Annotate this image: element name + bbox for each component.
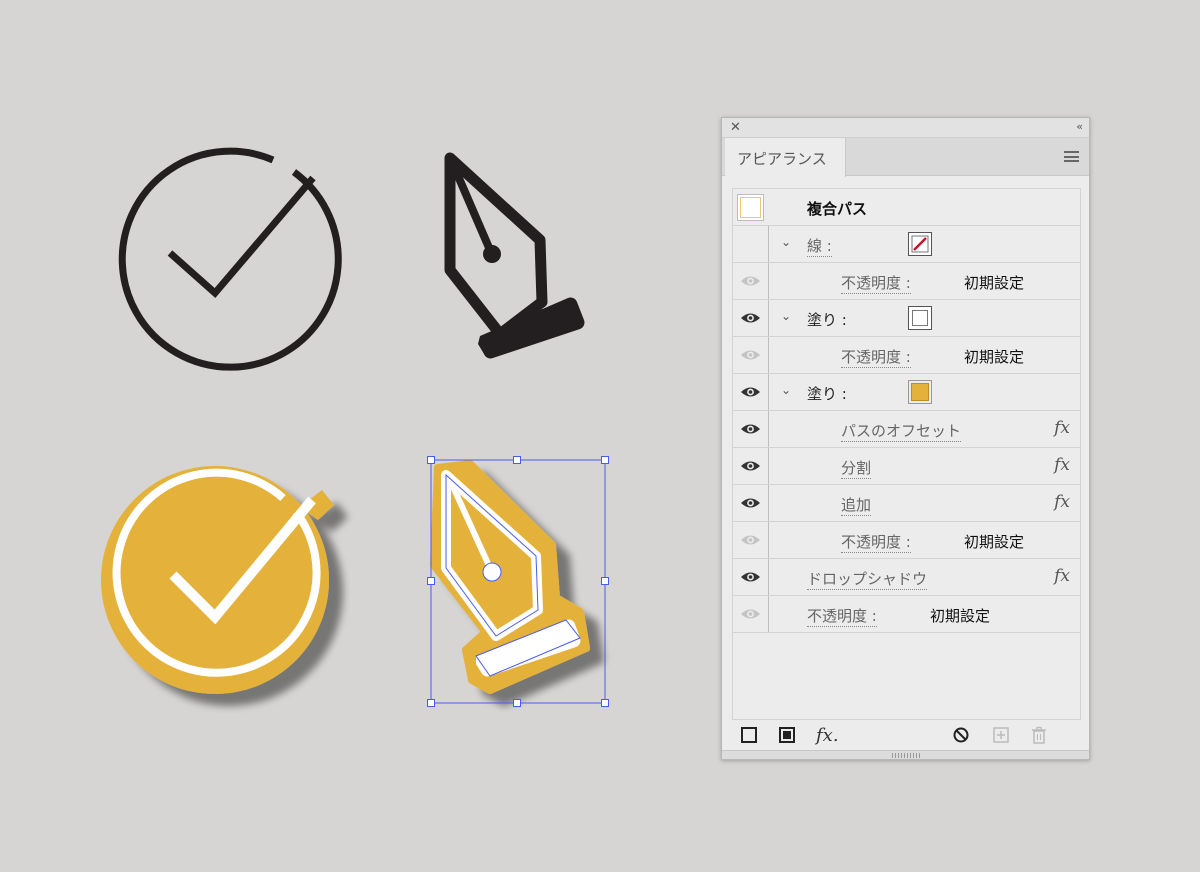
object-thumbnail: [737, 194, 764, 221]
visibility-toggle[interactable]: [733, 337, 769, 373]
visibility-toggle[interactable]: [733, 226, 769, 262]
eye-icon[interactable]: [740, 348, 761, 362]
panel-titlebar: ✕ ‹‹: [722, 118, 1089, 138]
fill1-opacity-row[interactable]: 不透明度 : 初期設定: [733, 337, 1080, 374]
object-opacity-row[interactable]: 不透明度 : 初期設定: [733, 596, 1080, 633]
row-label[interactable]: 不透明度 :: [841, 531, 911, 553]
collapse-icon[interactable]: ‹‹: [1076, 120, 1083, 133]
fill-row-2[interactable]: ⌄ 塗り :: [733, 374, 1080, 411]
visibility-toggle[interactable]: [733, 448, 769, 484]
row-value: 初期設定: [964, 274, 1025, 292]
stroke-row[interactable]: ⌄ 線 :: [733, 226, 1080, 263]
row-value: 初期設定: [964, 348, 1025, 366]
eye-icon[interactable]: [740, 533, 761, 547]
artwork-canvas: [101, 147, 609, 707]
fill-row-1[interactable]: ⌄ 塗り :: [733, 300, 1080, 337]
visibility-toggle[interactable]: [733, 559, 769, 595]
row-value: 初期設定: [930, 607, 991, 625]
visibility-toggle[interactable]: [733, 485, 769, 521]
row-label[interactable]: ドロップシャドウ: [807, 568, 928, 590]
check-circle-outline-icon[interactable]: [118, 147, 342, 371]
fx-icon[interactable]: fx: [1054, 455, 1070, 475]
eye-icon[interactable]: [740, 496, 761, 510]
panel-tabbar: アピアランス: [722, 138, 1089, 177]
row-label[interactable]: 分割: [841, 457, 872, 479]
row-label[interactable]: 不透明度 :: [841, 346, 911, 368]
visibility-toggle[interactable]: [733, 374, 769, 410]
row-label[interactable]: パスのオフセット: [841, 420, 962, 442]
fx-icon[interactable]: fx: [1054, 566, 1070, 586]
row-value: 初期設定: [964, 533, 1025, 551]
chevron-down-icon[interactable]: ⌄: [781, 383, 791, 397]
eye-icon[interactable]: [740, 274, 761, 288]
eye-icon[interactable]: [740, 459, 761, 473]
row-label[interactable]: 線 :: [807, 235, 832, 257]
row-label[interactable]: 塗り :: [807, 309, 847, 330]
visibility-toggle[interactable]: [733, 596, 769, 632]
drop-shadow-row[interactable]: ドロップシャドウ fx: [733, 559, 1080, 596]
appearance-panel: ✕ ‹‹ アピアランス 複合パス ⌄ 線 : 不透明度 : 初期設定 ⌄ 塗り : 不透明度 …: [721, 117, 1090, 760]
eye-icon[interactable]: [740, 607, 761, 621]
pen-nib-outline-icon[interactable]: [444, 152, 585, 359]
duplicate-item-icon[interactable]: [992, 726, 1010, 744]
visibility-toggle[interactable]: [733, 189, 769, 225]
stroke-opacity-row[interactable]: 不透明度 : 初期設定: [733, 263, 1080, 300]
delete-item-icon[interactable]: [1030, 726, 1048, 744]
pen-nib-sticker-icon[interactable]: [430, 460, 590, 694]
check-circle-sticker-icon[interactable]: [101, 466, 334, 694]
tab-appearance[interactable]: アピアランス: [725, 138, 846, 177]
row-label[interactable]: 複合パス: [807, 198, 867, 219]
visibility-toggle[interactable]: [733, 300, 769, 336]
effect-offset-path-row[interactable]: パスのオフセット fx: [733, 411, 1080, 448]
visibility-toggle[interactable]: [733, 263, 769, 299]
fx-icon[interactable]: fx: [1054, 418, 1070, 438]
fill-swatch[interactable]: [908, 380, 932, 404]
clear-appearance-icon[interactable]: [952, 726, 970, 744]
eye-icon[interactable]: [740, 570, 761, 584]
eye-icon[interactable]: [740, 385, 761, 399]
fx-icon[interactable]: fx: [1054, 492, 1070, 512]
close-icon[interactable]: ✕: [730, 120, 741, 135]
add-stroke-icon[interactable]: [740, 726, 758, 744]
fill2-opacity-row[interactable]: 不透明度 : 初期設定: [733, 522, 1080, 559]
visibility-toggle[interactable]: [733, 522, 769, 558]
row-label[interactable]: 不透明度 :: [807, 605, 877, 627]
effect-add-row[interactable]: 追加 fx: [733, 485, 1080, 522]
row-label[interactable]: 塗り :: [807, 383, 847, 404]
fill-swatch[interactable]: [908, 306, 932, 330]
appearance-list: 複合パス ⌄ 線 : 不透明度 : 初期設定 ⌄ 塗り : 不透明度 : 初期設定 ⌄ 塗り : パス…: [732, 188, 1081, 720]
object-row[interactable]: 複合パス: [733, 189, 1080, 226]
add-effect-icon[interactable]: fx.: [816, 725, 839, 746]
add-fill-icon[interactable]: [778, 726, 796, 744]
eye-icon[interactable]: [740, 422, 761, 436]
row-label[interactable]: 不透明度 :: [841, 272, 911, 294]
panel-bottom-toolbar: fx.: [722, 722, 1089, 752]
resize-grip[interactable]: [722, 750, 1089, 759]
effect-divide-row[interactable]: 分割 fx: [733, 448, 1080, 485]
panel-menu-icon[interactable]: [1064, 151, 1079, 162]
chevron-down-icon[interactable]: ⌄: [781, 235, 791, 249]
eye-icon[interactable]: [740, 311, 761, 325]
row-label[interactable]: 追加: [841, 494, 872, 516]
chevron-down-icon[interactable]: ⌄: [781, 309, 791, 323]
visibility-toggle[interactable]: [733, 411, 769, 447]
stroke-swatch[interactable]: [908, 232, 932, 256]
